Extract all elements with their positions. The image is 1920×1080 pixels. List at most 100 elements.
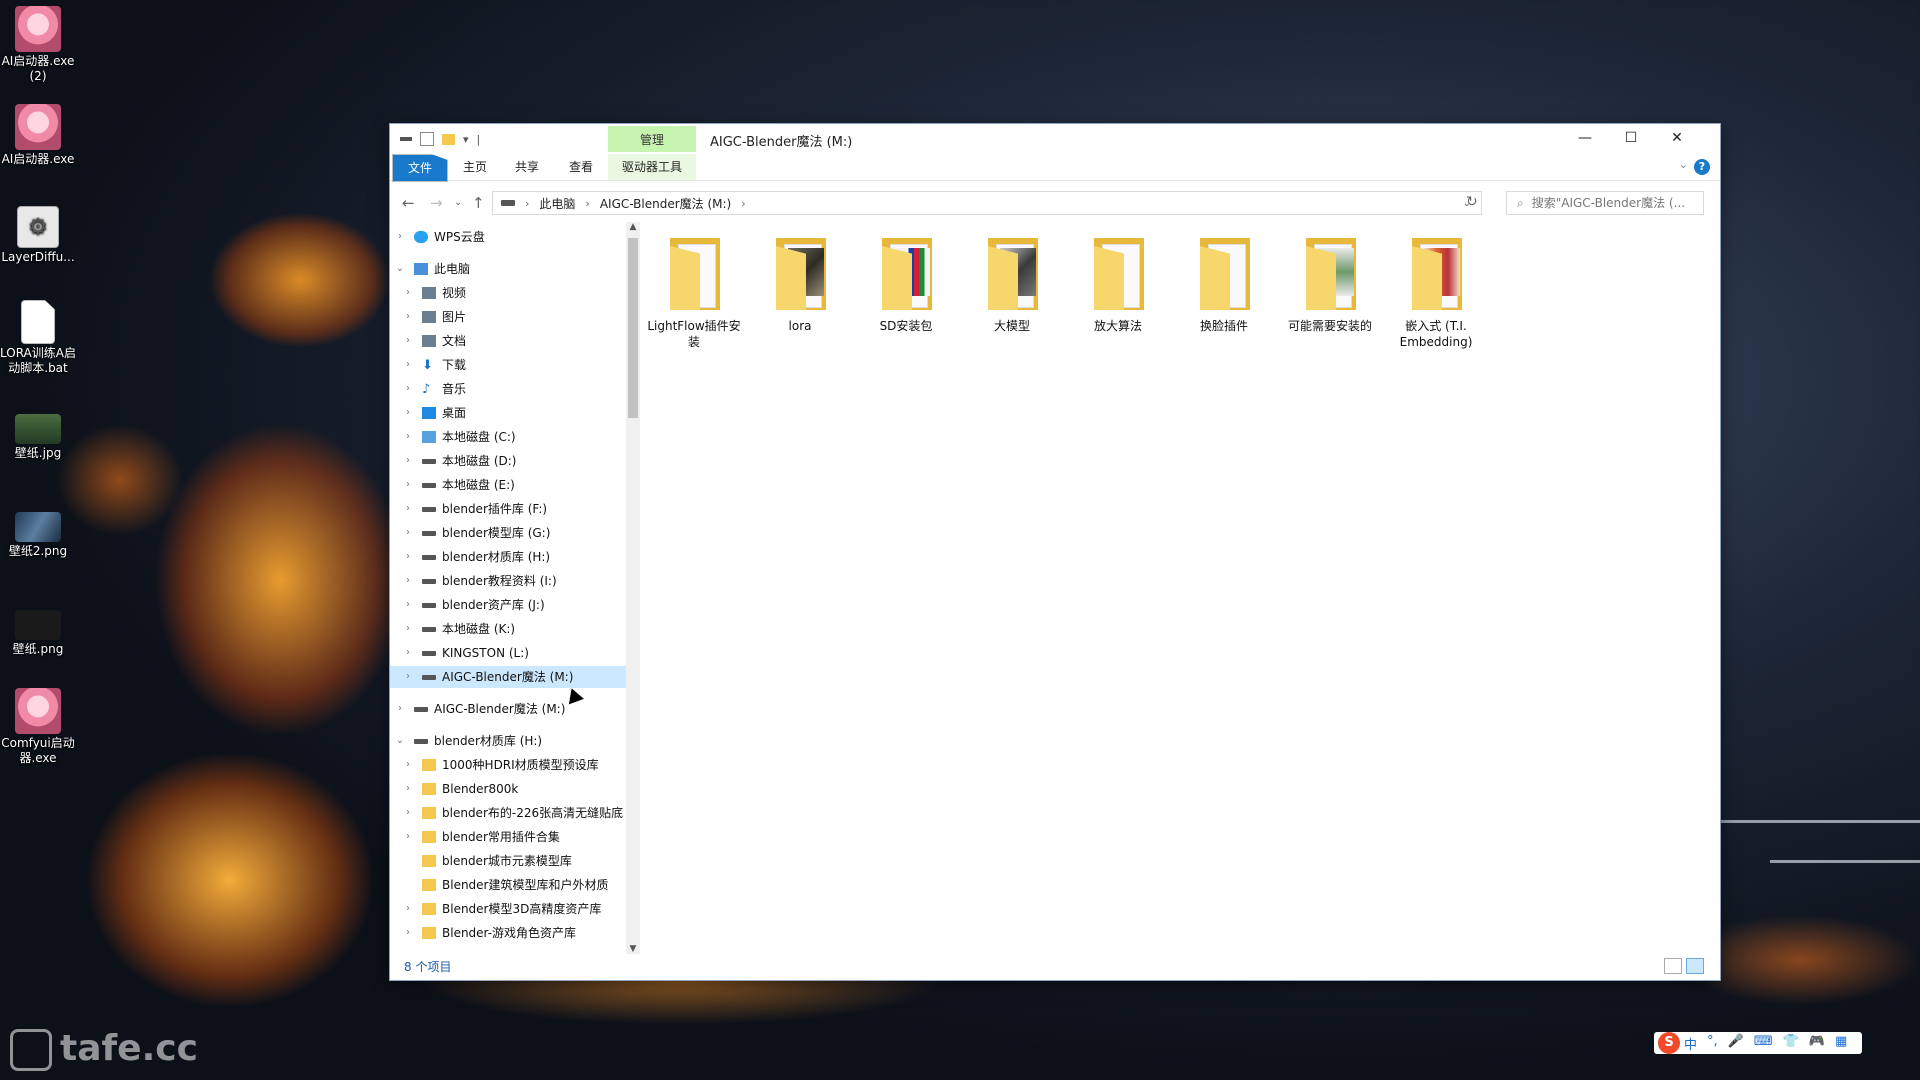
tab-share[interactable]: 共享 [502,154,552,180]
nav-tree-item[interactable]: › ♪ 音乐 [390,378,626,400]
expand-chevron-right-icon[interactable]: › [402,378,414,400]
nav-tree-item[interactable]: › blender插件库 (F:) [390,498,626,520]
customize-qa-icon[interactable]: ▾ [463,133,469,146]
navigation-scrollbar[interactable]: ▲ ▼ [626,222,640,954]
scroll-thumb[interactable] [628,238,638,418]
ime-item[interactable]: ▦ [1835,1034,1847,1053]
ime-toolbar[interactable]: S 中 °, 🎤 ⌨ 👕 🎮 ▦ [1654,1032,1862,1054]
folder-item[interactable]: 放大算法 [1068,234,1168,334]
breadcrumb-drive-m[interactable]: AIGC-Blender魔法 (M:) [600,195,731,212]
desktop-icon[interactable]: AI启动器.exe (2) [0,6,76,84]
desktop-icon[interactable]: 壁纸.png [0,610,76,657]
desktop-icon[interactable]: Comfyui启动器.exe [0,688,76,766]
folder-item[interactable]: 可能需要安装的 [1280,234,1380,334]
desktop-icon[interactable]: AI启动器.exe [0,104,76,167]
expand-chevron-right-icon[interactable]: › [394,698,406,720]
expand-chevron-right-icon[interactable]: › [402,826,414,848]
expand-chevron-right-icon[interactable]: › [402,642,414,664]
expand-chevron-right-icon[interactable]: › [402,898,414,920]
navigation-pane[interactable]: › WPS云盘 ⌄ 此电脑 › 视频 › 图片 › 文档 › ⬇ 下载 › ♪ 音乐 › 桌面 › 本地磁盘 (C:)… [390,222,626,954]
breadcrumb-chevron-icon[interactable]: › [525,197,529,210]
new-folder-icon[interactable] [442,133,455,145]
nav-tree-item[interactable]: › 本地磁盘 (E:) [390,474,626,496]
drive-small-icon[interactable] [400,137,412,141]
nav-tree-item[interactable]: blender城市元素模型库 [390,850,626,872]
nav-tree-item[interactable]: Blender建筑模型库和户外材质 [390,874,626,896]
tab-manage[interactable]: 管理 [608,126,696,152]
expand-chevron-right-icon[interactable]: › [402,594,414,616]
nav-tree-item[interactable]: ⌄ blender材质库 (H:) [390,730,626,752]
expand-chevron-right-icon[interactable]: › [402,498,414,520]
nav-tree-item[interactable]: › blender常用插件合集 [390,826,626,848]
nav-tree-item[interactable]: › 本地磁盘 (K:) [390,618,626,640]
expand-chevron-right-icon[interactable]: › [402,402,414,424]
nav-tree-item[interactable]: › AIGC-Blender魔法 (M:) [390,698,626,720]
large-icons-view-icon[interactable] [1686,958,1704,974]
expand-chevron-right-icon[interactable]: › [402,522,414,544]
nav-tree-item[interactable]: › blender布的-226张高清无缝贴底 [390,802,626,824]
nav-tree-item[interactable]: › 图片 [390,306,626,328]
nav-tree-item[interactable]: › 1000种HDRI材质模型预设库 [390,754,626,776]
minimize-button[interactable]: — [1562,124,1608,154]
nav-tree-item[interactable]: › blender教程资料 (I:) [390,570,626,592]
maximize-button[interactable]: ☐ [1608,124,1654,154]
expand-chevron-right-icon[interactable]: › [402,570,414,592]
ribbon-expand-chevron-icon[interactable]: ⌄ [1679,158,1688,171]
ime-item[interactable]: 中 [1684,1034,1697,1053]
folder-item[interactable]: lora [750,234,850,334]
nav-tree-item[interactable]: › 本地磁盘 (C:) [390,426,626,448]
folder-content-area[interactable]: LightFlow插件安装 lora SD安装包 大模型 放大算法 换脸插件 可能需要安装的… [644,234,1704,934]
nav-tree-item[interactable]: › KINGSTON (L:) [390,642,626,664]
expand-chevron-right-icon[interactable]: › [402,922,414,944]
recent-locations-chevron-icon[interactable]: ⌄ [454,197,462,208]
nav-tree-item[interactable]: › blender材质库 (H:) [390,546,626,568]
tab-home[interactable]: 主页 [450,154,500,180]
nav-tree-item[interactable]: › Blender800k [390,778,626,800]
expand-chevron-down-icon[interactable]: ⌄ [394,730,406,752]
details-view-icon[interactable] [1664,958,1682,974]
folder-item[interactable]: 换脸插件 [1174,234,1274,334]
expand-chevron-right-icon[interactable]: › [402,354,414,376]
expand-chevron-right-icon[interactable]: › [402,666,414,688]
address-bar[interactable]: › 此电脑 › AIGC-Blender魔法 (M:) › ⌄ [492,191,1482,215]
expand-chevron-right-icon[interactable]: › [402,330,414,352]
ime-item[interactable]: ⌨ [1754,1034,1773,1053]
desktop-icon[interactable]: LORA训练A启动脚本.bat [0,300,76,376]
tab-file[interactable]: 文件 [392,154,448,182]
sogou-logo-icon[interactable]: S [1658,1032,1680,1054]
nav-tree-item[interactable]: › ⬇ 下载 [390,354,626,376]
tab-view[interactable]: 查看 [556,154,606,180]
folder-item[interactable]: LightFlow插件安装 [644,234,744,350]
ime-item[interactable]: 🎮 [1809,1034,1825,1053]
close-button[interactable]: ✕ [1654,124,1700,154]
expand-chevron-right-icon[interactable]: › [402,778,414,800]
expand-chevron-right-icon[interactable]: › [394,226,406,248]
nav-tree-item[interactable]: › WPS云盘 [390,226,626,248]
expand-chevron-right-icon[interactable]: › [402,306,414,328]
nav-tree-item[interactable]: › blender资产库 (J:) [390,594,626,616]
expand-chevron-down-icon[interactable]: ⌄ [394,258,406,280]
folder-item[interactable]: 嵌入式 (T.I. Embedding) [1386,234,1486,350]
nav-tree-item[interactable]: › 本地磁盘 (D:) [390,450,626,472]
properties-icon[interactable] [420,132,434,146]
folder-item[interactable]: SD安装包 [856,234,956,334]
forward-arrow-icon[interactable]: → [430,194,443,212]
expand-chevron-right-icon[interactable]: › [402,618,414,640]
help-icon[interactable]: ? [1694,159,1710,175]
nav-tree-item[interactable]: › 文档 [390,330,626,352]
title-bar[interactable]: ▾ | 管理 AIGC-Blender魔法 (M:) — ☐ ✕ [390,124,1720,154]
nav-tree-item[interactable]: › 视频 [390,282,626,304]
back-arrow-icon[interactable]: ← [402,194,415,212]
refresh-icon[interactable]: ↻ [1466,194,1478,210]
expand-chevron-right-icon[interactable]: › [402,426,414,448]
expand-chevron-right-icon[interactable]: › [402,754,414,776]
up-arrow-icon[interactable]: ↑ [472,194,485,212]
nav-tree-item[interactable]: › 桌面 [390,402,626,424]
scroll-up-icon[interactable]: ▲ [626,222,640,232]
ime-item[interactable]: °, [1707,1034,1718,1053]
nav-tree-item[interactable]: › AIGC-Blender魔法 (M:) [390,666,626,688]
breadcrumb-chevron-icon[interactable]: › [741,197,745,210]
nav-tree-item[interactable]: ⌄ 此电脑 [390,258,626,280]
expand-chevron-right-icon[interactable]: › [402,546,414,568]
scroll-down-icon[interactable]: ▼ [626,944,640,954]
